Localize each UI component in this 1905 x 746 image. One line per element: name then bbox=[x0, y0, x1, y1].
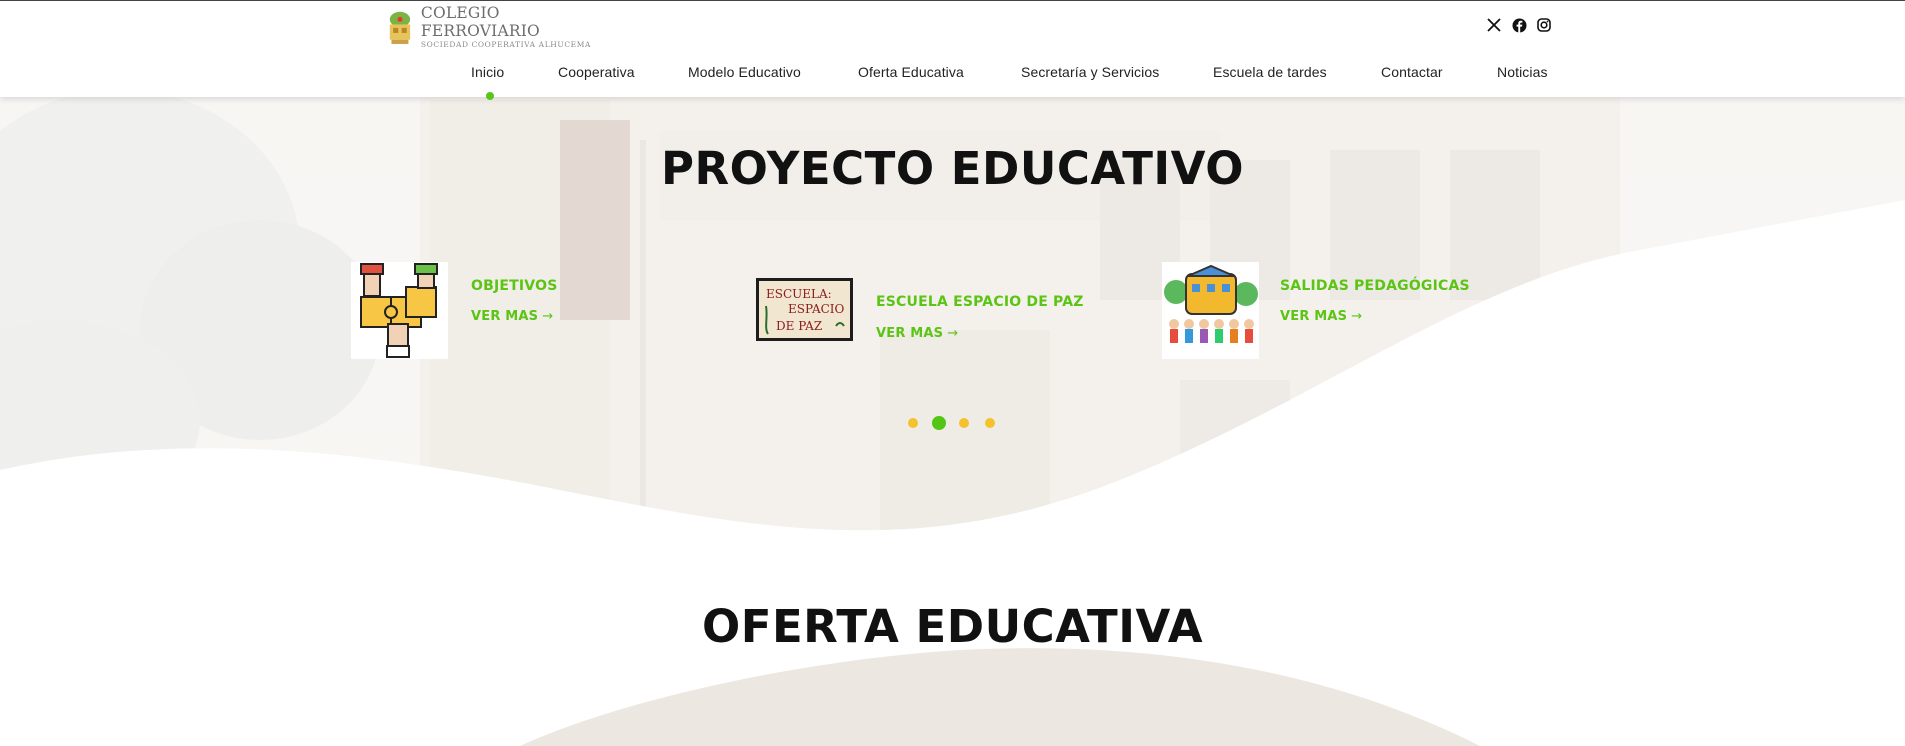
arrow-right-icon: → bbox=[947, 326, 959, 341]
svg-text:ESCUELA:: ESCUELA: bbox=[766, 287, 832, 301]
card-escuela-espacio-de-paz: ESCUELA: ESPACIO DE PAZ ESCUELA ESPACIO … bbox=[756, 278, 1136, 358]
school-bus-kids-icon bbox=[1162, 262, 1259, 359]
carousel-dot[interactable] bbox=[959, 418, 969, 428]
ver-mas-link[interactable]: VER MAS → bbox=[876, 326, 958, 341]
ver-mas-link[interactable]: VER MAS → bbox=[471, 309, 553, 324]
nav-item-noticias[interactable]: Noticias bbox=[1497, 64, 1548, 80]
x-twitter-icon[interactable] bbox=[1486, 17, 1502, 33]
section-title-oferta-educativa: OFERTA EDUCATIVA bbox=[701, 600, 1204, 653]
link-label: VER MAS bbox=[471, 309, 539, 324]
card-title: ESCUELA ESPACIO DE PAZ bbox=[876, 294, 1084, 310]
nav-item-escuela-de-tardes[interactable]: Escuela de tardes bbox=[1213, 64, 1327, 80]
nav-item-contactar[interactable]: Contactar bbox=[1381, 64, 1443, 80]
brand-subtitle: SOCIEDAD COOPERATIVA ALHUCEMA bbox=[420, 40, 592, 49]
school-crest-icon bbox=[389, 11, 411, 44]
nav-item-modelo-educativo[interactable]: Modelo Educativo bbox=[688, 64, 801, 80]
arrow-right-icon: → bbox=[542, 309, 554, 324]
escuela-espacio-de-paz-logo: ESCUELA: ESPACIO DE PAZ bbox=[756, 278, 853, 341]
link-label: VER MAS bbox=[876, 326, 944, 341]
svg-text:DE PAZ: DE PAZ bbox=[776, 319, 822, 333]
site-logo[interactable]: COLEGIO FERROVIARIO SOCIEDAD COOPERATIVA… bbox=[383, 4, 593, 50]
carousel-dot-active[interactable] bbox=[932, 416, 946, 430]
carousel-dot[interactable] bbox=[985, 418, 995, 428]
link-label: VER MAS bbox=[1280, 309, 1348, 324]
arrow-right-icon: → bbox=[1351, 309, 1363, 324]
nav-item-cooperativa[interactable]: Cooperativa bbox=[558, 64, 635, 80]
nav-item-secretaria-servicios[interactable]: Secretaría y Servicios bbox=[1021, 64, 1159, 80]
site-header: COLEGIO FERROVIARIO SOCIEDAD COOPERATIVA… bbox=[0, 0, 1905, 97]
svg-text:ESPACIO: ESPACIO bbox=[788, 302, 845, 316]
puzzle-hands-icon bbox=[351, 262, 448, 359]
card-title: OBJETIVOS bbox=[471, 278, 558, 294]
section-title-proyecto-educativo: PROYECTO EDUCATIVO bbox=[661, 142, 1244, 195]
instagram-icon[interactable] bbox=[1536, 17, 1552, 33]
card-title: SALIDAS PEDAGÓGICAS bbox=[1280, 278, 1470, 294]
ver-mas-link[interactable]: VER MAS → bbox=[1280, 309, 1362, 324]
nav-item-oferta-educativa[interactable]: Oferta Educativa bbox=[858, 64, 964, 80]
nav-active-indicator bbox=[486, 92, 494, 100]
card-objetivos: OBJETIVOS VER MAS → bbox=[351, 262, 691, 362]
facebook-icon[interactable] bbox=[1511, 17, 1527, 33]
nav-item-inicio[interactable]: Inicio bbox=[471, 64, 504, 80]
brand-title: COLEGIO FERROVIARIO bbox=[420, 4, 540, 40]
card-salidas-pedagogicas: SALIDAS PEDAGÓGICAS VER MAS → bbox=[1162, 262, 1522, 362]
carousel-dot[interactable] bbox=[908, 418, 918, 428]
